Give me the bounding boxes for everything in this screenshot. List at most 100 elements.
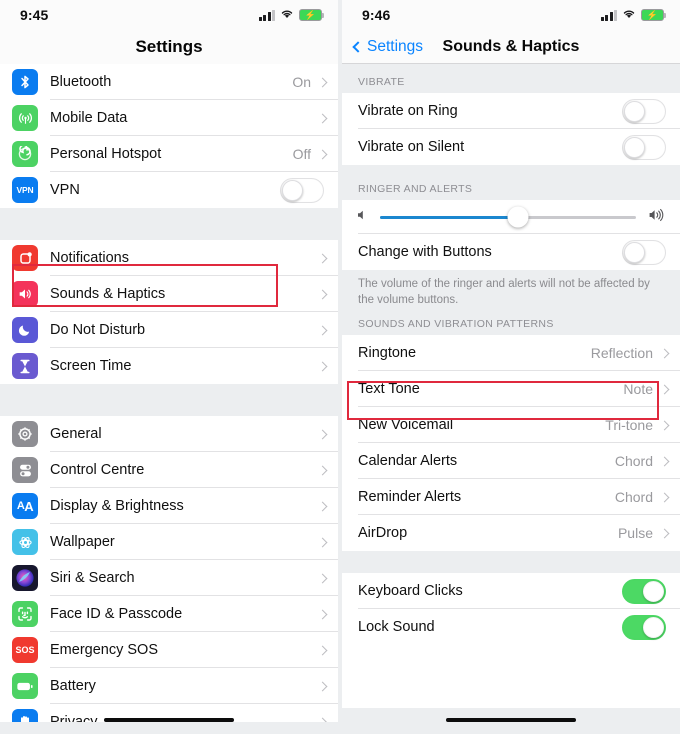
row-ringtone[interactable]: Ringtone Reflection bbox=[342, 335, 680, 372]
settings-row-display-brightness[interactable]: AA Display & Brightness bbox=[0, 488, 338, 524]
battery-settings-icon bbox=[12, 673, 38, 699]
row-label: Control Centre bbox=[50, 462, 145, 478]
chevron-right-icon bbox=[659, 456, 670, 466]
chevron-right-icon bbox=[317, 609, 328, 619]
home-indicator bbox=[446, 717, 576, 722]
section-vibrate: Vibrate on Ring Vibrate on Silent bbox=[342, 93, 680, 165]
settings-row-siri-search[interactable]: Siri & Search bbox=[0, 560, 338, 596]
settings-row-do-not-disturb[interactable]: Do Not Disturb bbox=[0, 312, 338, 348]
back-button-label: Settings bbox=[367, 37, 424, 55]
settings-group-system: General Control Centre AA Display & Brig… bbox=[0, 416, 338, 734]
vibrate-on-ring-toggle[interactable] bbox=[622, 98, 666, 124]
row-label: Keyboard Clicks bbox=[358, 583, 463, 600]
right-phone-panel: 9:46 ⚡ Settings Sounds & Haptics VIBRATE… bbox=[342, 0, 680, 734]
chevron-right-icon bbox=[659, 348, 670, 358]
row-label: Calendar Alerts bbox=[358, 453, 458, 470]
settings-row-sounds-haptics[interactable]: Sounds & Haptics bbox=[0, 276, 338, 312]
row-value: Note bbox=[623, 381, 653, 398]
chevron-right-icon bbox=[317, 149, 328, 159]
settings-row-wallpaper[interactable]: Wallpaper bbox=[0, 524, 338, 560]
row-value: Chord bbox=[614, 453, 653, 470]
row-keyboard-clicks[interactable]: Keyboard Clicks bbox=[342, 573, 680, 610]
chevron-left-icon bbox=[352, 40, 364, 53]
chevron-right-icon bbox=[317, 501, 328, 511]
chevron-right-icon bbox=[317, 573, 328, 583]
change-with-buttons-toggle[interactable] bbox=[622, 239, 666, 265]
chevron-right-icon bbox=[317, 429, 328, 439]
row-label: Lock Sound bbox=[358, 619, 435, 636]
settings-row-control-centre[interactable]: Control Centre bbox=[0, 452, 338, 488]
chevron-right-icon bbox=[317, 681, 328, 691]
chevron-right-icon bbox=[317, 77, 328, 87]
emergency-sos-icon: SOS bbox=[12, 637, 38, 663]
settings-row-personal-hotspot[interactable]: Personal Hotspot Off bbox=[0, 136, 338, 172]
row-label: Mobile Data bbox=[50, 110, 128, 126]
row-vibrate-on-silent[interactable]: Vibrate on Silent bbox=[342, 129, 680, 165]
slider-fill bbox=[380, 215, 519, 219]
chevron-right-icon bbox=[317, 537, 328, 547]
home-indicator bbox=[104, 717, 234, 722]
row-label: Wallpaper bbox=[50, 534, 115, 550]
settings-row-bluetooth[interactable]: Bluetooth On bbox=[0, 64, 338, 100]
chevron-right-icon bbox=[317, 361, 328, 371]
row-reminder-alerts[interactable]: Reminder Alerts Chord bbox=[342, 479, 680, 516]
ringer-volume-slider-row[interactable] bbox=[342, 200, 680, 234]
settings-row-emergency-sos[interactable]: SOS Emergency SOS bbox=[0, 632, 338, 668]
settings-row-battery[interactable]: Battery bbox=[0, 668, 338, 704]
section-header-ringer-alerts: RINGER AND ALERTS bbox=[342, 165, 680, 200]
settings-row-general[interactable]: General bbox=[0, 416, 338, 452]
row-label: Battery bbox=[50, 678, 96, 694]
wifi-icon bbox=[280, 6, 294, 24]
bottom-safe-area bbox=[0, 722, 338, 734]
vibrate-on-silent-toggle[interactable] bbox=[622, 134, 666, 160]
bluetooth-icon bbox=[12, 69, 38, 95]
status-icons: ⚡ bbox=[600, 6, 666, 24]
row-label: Emergency SOS bbox=[50, 642, 158, 658]
row-label: Text Tone bbox=[358, 381, 420, 398]
status-icons: ⚡ bbox=[258, 6, 324, 24]
back-button[interactable]: Settings bbox=[342, 38, 423, 56]
row-label: Vibrate on Ring bbox=[358, 103, 458, 119]
row-airdrop[interactable]: AirDrop Pulse bbox=[342, 515, 680, 552]
siri-search-icon bbox=[12, 565, 38, 591]
settings-row-vpn[interactable]: VPN VPN bbox=[0, 172, 338, 208]
keyboard-clicks-toggle[interactable] bbox=[622, 578, 666, 604]
chevron-right-icon bbox=[317, 325, 328, 335]
chevron-right-icon bbox=[659, 492, 670, 502]
row-label: VPN bbox=[50, 182, 80, 198]
lock-sound-toggle[interactable] bbox=[622, 614, 666, 640]
row-calendar-alerts[interactable]: Calendar Alerts Chord bbox=[342, 443, 680, 480]
row-new-voicemail[interactable]: New Voicemail Tri-tone bbox=[342, 407, 680, 444]
row-lock-sound[interactable]: Lock Sound bbox=[342, 609, 680, 646]
section-ringer-alerts: Change with Buttons bbox=[342, 200, 680, 270]
left-nav-bar: Settings bbox=[0, 30, 338, 64]
row-label: Siri & Search bbox=[50, 570, 135, 586]
row-value: Tri-tone bbox=[605, 417, 653, 434]
settings-row-face-id-passcode[interactable]: Face ID & Passcode bbox=[0, 596, 338, 632]
section-system-sounds: Keyboard Clicks Lock Sound bbox=[342, 573, 680, 646]
status-time: 9:46 bbox=[362, 7, 391, 23]
wallpaper-icon bbox=[12, 529, 38, 555]
row-value: Pulse bbox=[617, 525, 653, 542]
row-label: Sounds & Haptics bbox=[50, 286, 166, 302]
chevron-right-icon bbox=[317, 113, 328, 123]
left-status-bar: 9:45 ⚡ bbox=[0, 0, 338, 30]
slider-thumb[interactable] bbox=[507, 206, 529, 228]
settings-row-mobile-data[interactable]: Mobile Data bbox=[0, 100, 338, 136]
settings-row-screen-time[interactable]: Screen Time bbox=[0, 348, 338, 384]
vpn-toggle[interactable] bbox=[280, 177, 324, 203]
page-title: Settings bbox=[135, 37, 203, 56]
section-header-sounds-vibration: SOUNDS AND VIBRATION PATTERNS bbox=[342, 318, 680, 336]
cellular-signal-icon bbox=[258, 9, 275, 21]
general-gear-icon bbox=[12, 421, 38, 447]
ringer-volume-slider[interactable] bbox=[380, 206, 636, 228]
row-text-tone[interactable]: Text Tone Note bbox=[342, 371, 680, 408]
chevron-right-icon bbox=[317, 645, 328, 655]
settings-row-notifications[interactable]: Notifications bbox=[0, 240, 338, 276]
group-gap bbox=[0, 384, 338, 416]
battery-charging-icon: ⚡ bbox=[299, 9, 324, 21]
row-change-with-buttons[interactable]: Change with Buttons bbox=[342, 234, 680, 270]
vpn-icon: VPN bbox=[12, 177, 38, 203]
row-vibrate-on-ring[interactable]: Vibrate on Ring bbox=[342, 93, 680, 129]
section-header-vibrate: VIBRATE bbox=[342, 64, 680, 93]
